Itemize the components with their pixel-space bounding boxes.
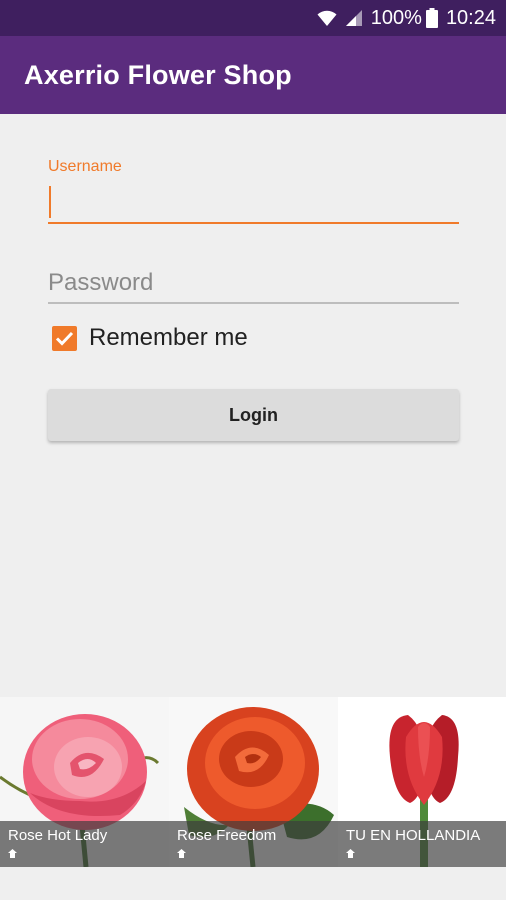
battery-icon (425, 8, 438, 28)
caption-bar: Rose Freedom (169, 821, 338, 867)
remember-me-row[interactable]: Remember me (52, 324, 248, 352)
text-cursor (49, 186, 51, 218)
caption-bar: Rose Hot Lady (0, 821, 169, 867)
login-button[interactable]: Login (48, 389, 459, 441)
flower-name: Rose Freedom (177, 827, 277, 844)
username-input[interactable] (48, 180, 459, 224)
remember-me-checkbox[interactable] (52, 325, 77, 351)
battery-percent: 100% (370, 6, 422, 29)
signal-icon (345, 9, 363, 27)
tag-icon (177, 849, 186, 858)
caption-bar: TU EN HOLLANDIA (338, 821, 506, 867)
gallery-item[interactable]: Rose Hot Lady (0, 697, 169, 867)
flower-gallery: Rose Hot Lady Rose Freedom TU EN HOLLAND… (0, 697, 506, 867)
app-title: Axerrio Flower Shop (24, 59, 292, 90)
password-input[interactable] (48, 264, 459, 304)
status-bar: 100% 10:24 (0, 0, 506, 36)
flower-name: Rose Hot Lady (8, 827, 108, 844)
flower-name: TU EN HOLLANDIA (346, 827, 481, 844)
app-bar: Axerrio Flower Shop (0, 36, 506, 114)
remember-me-label: Remember me (89, 324, 248, 351)
clock: 10:24 (445, 6, 496, 29)
wifi-icon (317, 9, 337, 27)
checkmark-icon (55, 331, 74, 346)
tag-icon (8, 849, 17, 858)
gallery-item[interactable]: TU EN HOLLANDIA (338, 697, 506, 867)
username-label: Username (48, 158, 122, 175)
tag-icon (346, 849, 355, 858)
gallery-item[interactable]: Rose Freedom (169, 697, 338, 867)
